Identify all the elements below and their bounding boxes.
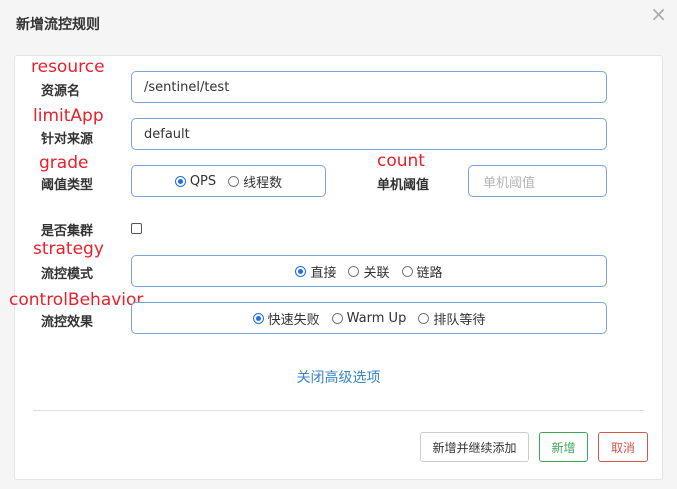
radio-icon (418, 312, 430, 324)
radio-icon (331, 312, 343, 324)
dialog-title: 新增流控规则 (16, 17, 100, 33)
strategy-option-chain[interactable]: 链路 (401, 262, 443, 281)
annotation-controlbehavior: controlBehavior (9, 290, 144, 310)
radio-icon (228, 175, 240, 187)
strategy-option-label: 链路 (416, 265, 443, 281)
behavior-option-label: Warm Up (346, 310, 407, 326)
behavior-option-fast-fail[interactable]: 快速失败 (252, 309, 320, 328)
radio-selected-icon (174, 175, 186, 187)
count-label: 单机阈值 (377, 178, 430, 193)
add-flow-rule-dialog: 新增流控规则 × resource 资源名 /sentinel/test lim… (0, 0, 677, 489)
grade-option-qps[interactable]: QPS (174, 173, 217, 189)
annotation-limitapp: limitApp (33, 106, 104, 126)
control-behavior-label: 流控效果 (41, 315, 94, 330)
annotation-strategy: strategy (33, 239, 104, 259)
annotation-grade: grade (39, 153, 89, 173)
grade-option-label: QPS (189, 173, 217, 189)
behavior-option-label: 排队等待 (433, 312, 486, 328)
resource-input[interactable]: /sentinel/test (131, 71, 607, 103)
radio-icon (348, 265, 360, 277)
grade-option-threads[interactable]: 线程数 (228, 172, 282, 191)
behavior-option-queue[interactable]: 排队等待 (418, 309, 485, 328)
limit-app-label: 针对来源 (41, 132, 94, 147)
close-advanced-options-link[interactable]: 关闭高级选项 (15, 367, 662, 387)
limit-app-input[interactable]: default (131, 118, 607, 150)
count-input[interactable]: 单机阈值 (468, 165, 607, 197)
strategy-option-relate[interactable]: 关联 (348, 262, 390, 281)
strategy-label: 流控模式 (41, 267, 94, 282)
cluster-checkbox[interactable] (131, 223, 142, 234)
radio-selected-icon (295, 265, 307, 277)
resource-label: 资源名 (41, 84, 81, 99)
radio-selected-icon (252, 312, 264, 324)
control-behavior-radio-group: 快速失败 Warm Up 排队等待 (131, 302, 607, 334)
cancel-button[interactable]: 取消 (598, 432, 648, 462)
annotation-resource: resource (31, 57, 105, 77)
grade-radio-group: QPS 线程数 (131, 165, 326, 197)
annotation-count: count (377, 151, 425, 171)
behavior-option-label: 快速失败 (267, 312, 320, 328)
strategy-radio-group: 直接 关联 链路 (131, 255, 607, 287)
strategy-option-direct[interactable]: 直接 (295, 262, 336, 281)
grade-option-label: 线程数 (243, 175, 283, 191)
radio-icon (401, 265, 413, 277)
grade-label: 阈值类型 (41, 178, 94, 193)
strategy-option-label: 直接 (310, 265, 337, 281)
footer-divider (33, 410, 644, 411)
add-button[interactable]: 新增 (539, 432, 588, 462)
add-and-continue-button[interactable]: 新增并继续添加 (420, 432, 529, 462)
behavior-option-warm-up[interactable]: Warm Up (331, 310, 407, 326)
cluster-label: 是否集群 (41, 224, 94, 239)
close-icon[interactable]: × (650, 4, 667, 24)
form-panel: resource 资源名 /sentinel/test limitApp 针对来… (9, 55, 663, 480)
strategy-option-label: 关联 (363, 265, 390, 281)
